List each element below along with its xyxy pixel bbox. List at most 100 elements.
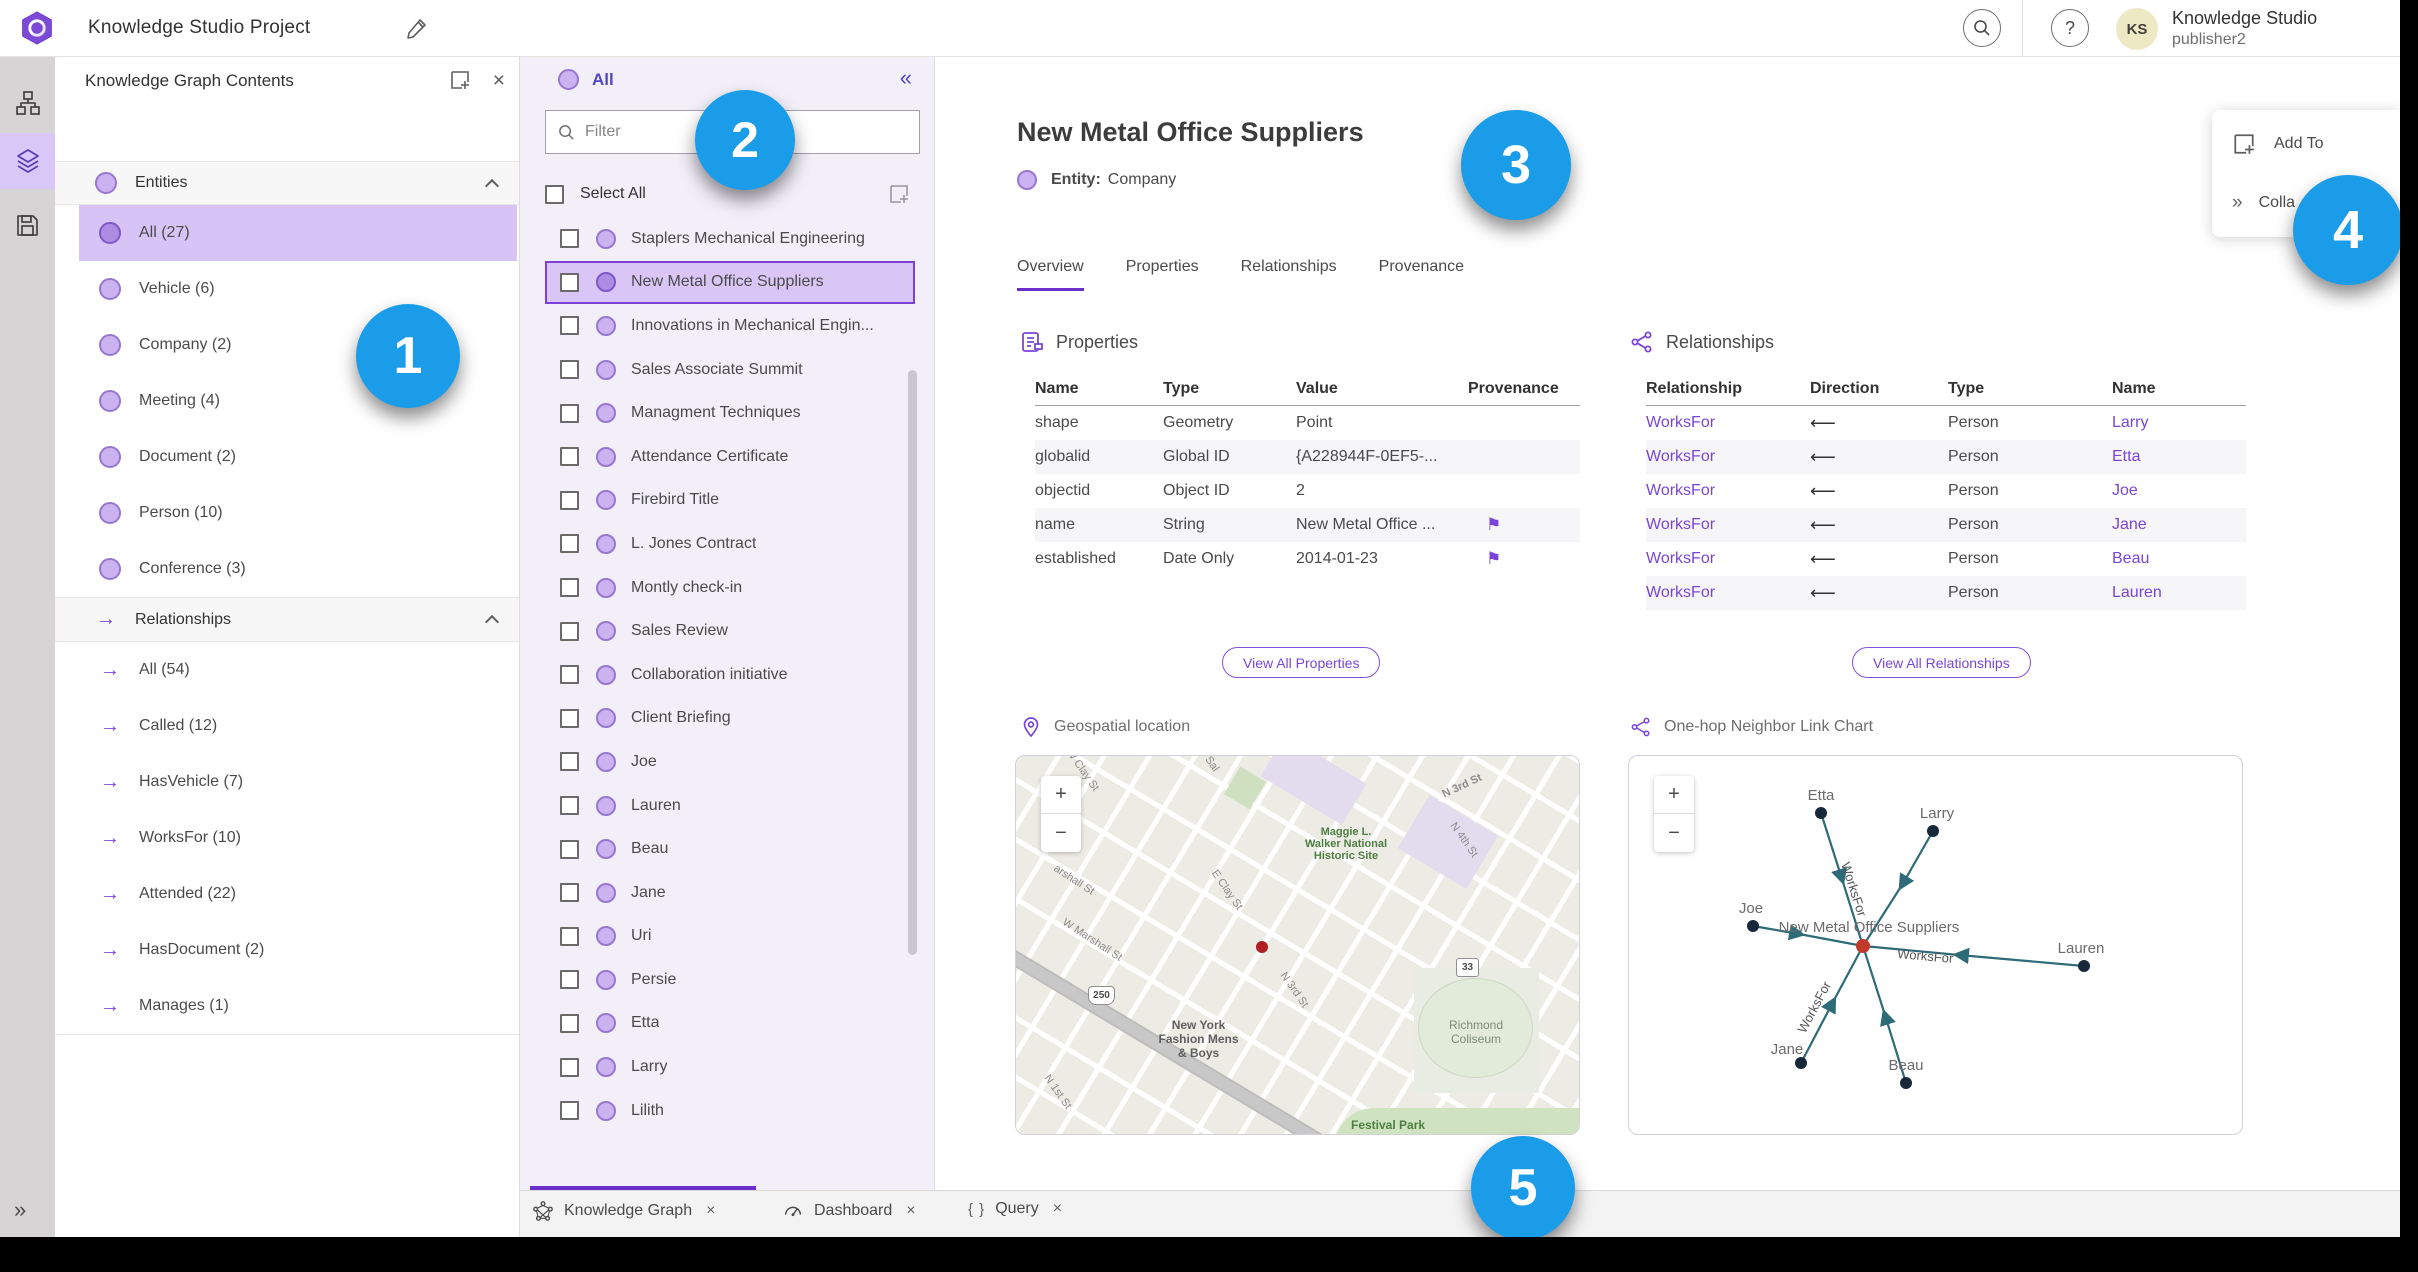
entity-instance-item[interactable]: Firebird Title xyxy=(545,479,915,523)
rail-save-button[interactable] xyxy=(0,197,55,253)
relationship-link[interactable]: WorksFor xyxy=(1646,448,1810,466)
entity-instance-item[interactable]: Etta xyxy=(545,1002,915,1046)
link-chart-card[interactable]: + − Etta Larry Joe Lauren Jane Beau New … xyxy=(1628,755,2243,1135)
knowledge-studio-logo-icon[interactable] xyxy=(20,11,54,45)
related-name-link[interactable]: Larry xyxy=(2112,414,2246,432)
relationship-type-item[interactable]: → All (54) xyxy=(79,642,517,698)
close-panel-button[interactable]: × xyxy=(493,70,505,91)
relationship-link[interactable]: WorksFor xyxy=(1646,516,1810,534)
add-to-new-button[interactable] xyxy=(449,69,471,91)
relationship-type-item[interactable]: → Manages (1) xyxy=(79,978,517,1034)
rail-contents-button[interactable] xyxy=(0,133,55,189)
item-checkbox[interactable] xyxy=(560,752,579,772)
zoom-out-button[interactable]: − xyxy=(1041,814,1081,852)
avatar[interactable]: KS xyxy=(2116,8,2158,50)
rail-schema-button[interactable] xyxy=(0,75,55,131)
map-canvas[interactable]: + − W Clay St Sal N 3rd St Maggie L. Wal… xyxy=(1016,756,1579,1134)
zoom-in-button[interactable]: + xyxy=(1041,776,1081,814)
entity-instance-item[interactable]: Lauren xyxy=(545,784,915,828)
map-card[interactable]: + − W Clay St Sal N 3rd St Maggie L. Wal… xyxy=(1015,755,1580,1135)
provenance-flag-icon[interactable]: ⚑ xyxy=(1468,515,1580,535)
zoom-in-button[interactable]: + xyxy=(1654,776,1694,814)
node-beau[interactable] xyxy=(1900,1077,1912,1089)
item-checkbox[interactable] xyxy=(560,447,579,467)
view-all-properties-button[interactable]: View All Properties xyxy=(1222,647,1381,678)
item-checkbox[interactable] xyxy=(560,839,579,859)
rail-expand-button[interactable]: » xyxy=(14,1197,26,1223)
node-center[interactable] xyxy=(1856,939,1870,953)
help-button[interactable]: ? xyxy=(2051,9,2089,47)
item-checkbox[interactable] xyxy=(560,970,579,990)
item-checkbox[interactable] xyxy=(560,1101,579,1121)
item-checkbox[interactable] xyxy=(560,708,579,728)
entity-instance-item[interactable]: Sales Review xyxy=(545,609,915,653)
select-all-checkbox[interactable] xyxy=(545,184,564,204)
item-checkbox[interactable] xyxy=(560,534,579,554)
add-selection-button[interactable] xyxy=(888,183,910,205)
entity-instance-item[interactable]: Jane xyxy=(545,871,915,915)
relationships-section-header[interactable]: → Relationships xyxy=(55,598,519,642)
relationship-type-item[interactable]: → WorksFor (10) xyxy=(79,810,517,866)
relationship-link[interactable]: WorksFor xyxy=(1646,584,1810,602)
entity-type-item[interactable]: Document (2) xyxy=(79,429,517,485)
node-lauren[interactable] xyxy=(2078,960,2090,972)
search-button[interactable] xyxy=(1963,9,2001,47)
tab-query[interactable]: { } Query × xyxy=(968,1200,1062,1218)
related-name-link[interactable]: Joe xyxy=(2112,482,2246,500)
list-scrollbar[interactable] xyxy=(908,370,917,955)
item-checkbox[interactable] xyxy=(560,883,579,903)
item-checkbox[interactable] xyxy=(560,316,579,336)
related-name-link[interactable]: Jane xyxy=(2112,516,2246,534)
entity-instance-item[interactable]: L. Jones Contract xyxy=(545,522,915,566)
tab-properties[interactable]: Properties xyxy=(1126,258,1199,291)
entity-instance-item[interactable]: Client Briefing xyxy=(545,697,915,741)
relationship-type-item[interactable]: → HasDocument (2) xyxy=(79,922,517,978)
entity-instance-item[interactable]: Managment Techniques xyxy=(545,391,915,435)
relationship-type-item[interactable]: → Called (12) xyxy=(79,698,517,754)
entity-instance-item[interactable]: Staplers Mechanical Engineering xyxy=(545,217,915,261)
related-name-link[interactable]: Beau xyxy=(2112,550,2246,568)
entity-type-item[interactable]: Person (10) xyxy=(79,485,517,541)
item-checkbox[interactable] xyxy=(560,796,579,816)
item-checkbox[interactable] xyxy=(560,490,579,510)
item-checkbox[interactable] xyxy=(560,272,579,292)
entity-instance-item[interactable]: Uri xyxy=(545,915,915,959)
tab-overview[interactable]: Overview xyxy=(1017,258,1084,291)
node-etta[interactable] xyxy=(1815,807,1827,819)
entity-type-item[interactable]: Vehicle (6) xyxy=(79,261,517,317)
relationship-link[interactable]: WorksFor xyxy=(1646,550,1810,568)
entity-instance-item[interactable]: Collaboration initiative xyxy=(545,653,915,697)
item-checkbox[interactable] xyxy=(560,621,579,641)
map-marker[interactable] xyxy=(1256,941,1268,953)
node-larry[interactable] xyxy=(1927,825,1939,837)
collapse-panel-icon[interactable]: « xyxy=(900,65,912,91)
item-checkbox[interactable] xyxy=(560,1057,579,1077)
entity-instance-item[interactable]: Joe xyxy=(545,740,915,784)
entity-instance-item[interactable]: Larry xyxy=(545,1045,915,1089)
item-checkbox[interactable] xyxy=(560,1013,579,1033)
node-joe[interactable] xyxy=(1747,920,1759,932)
zoom-out-button[interactable]: − xyxy=(1654,814,1694,852)
item-checkbox[interactable] xyxy=(560,926,579,946)
user-block[interactable]: Knowledge Studio publisher2 xyxy=(2172,8,2317,50)
item-checkbox[interactable] xyxy=(560,578,579,598)
tab-knowledge-graph[interactable]: Knowledge Graph × xyxy=(532,1200,715,1222)
close-tab-icon[interactable]: × xyxy=(1053,1200,1062,1218)
collapse-button[interactable]: » Colla xyxy=(2232,192,2295,214)
edit-title-pencil-icon[interactable] xyxy=(405,16,429,40)
entity-type-item[interactable]: All (27) xyxy=(79,205,517,261)
tab-relationships[interactable]: Relationships xyxy=(1241,258,1337,291)
item-checkbox[interactable] xyxy=(560,665,579,685)
entity-instance-item[interactable]: Sales Associate Summit xyxy=(545,348,915,392)
relationship-link[interactable]: WorksFor xyxy=(1646,414,1810,432)
tab-dashboard[interactable]: Dashboard × xyxy=(782,1200,916,1222)
add-to-button[interactable]: Add To xyxy=(2232,132,2324,156)
entity-type-item[interactable]: Conference (3) xyxy=(79,541,517,597)
node-jane[interactable] xyxy=(1795,1057,1807,1069)
related-name-link[interactable]: Etta xyxy=(2112,448,2246,466)
relationship-type-item[interactable]: → Attended (22) xyxy=(79,866,517,922)
entity-instance-item[interactable]: Beau xyxy=(545,827,915,871)
entities-section-header[interactable]: Entities xyxy=(55,161,519,205)
entity-instance-item[interactable]: New Metal Office Suppliers xyxy=(545,260,915,305)
provenance-flag-icon[interactable]: ⚑ xyxy=(1468,549,1580,569)
